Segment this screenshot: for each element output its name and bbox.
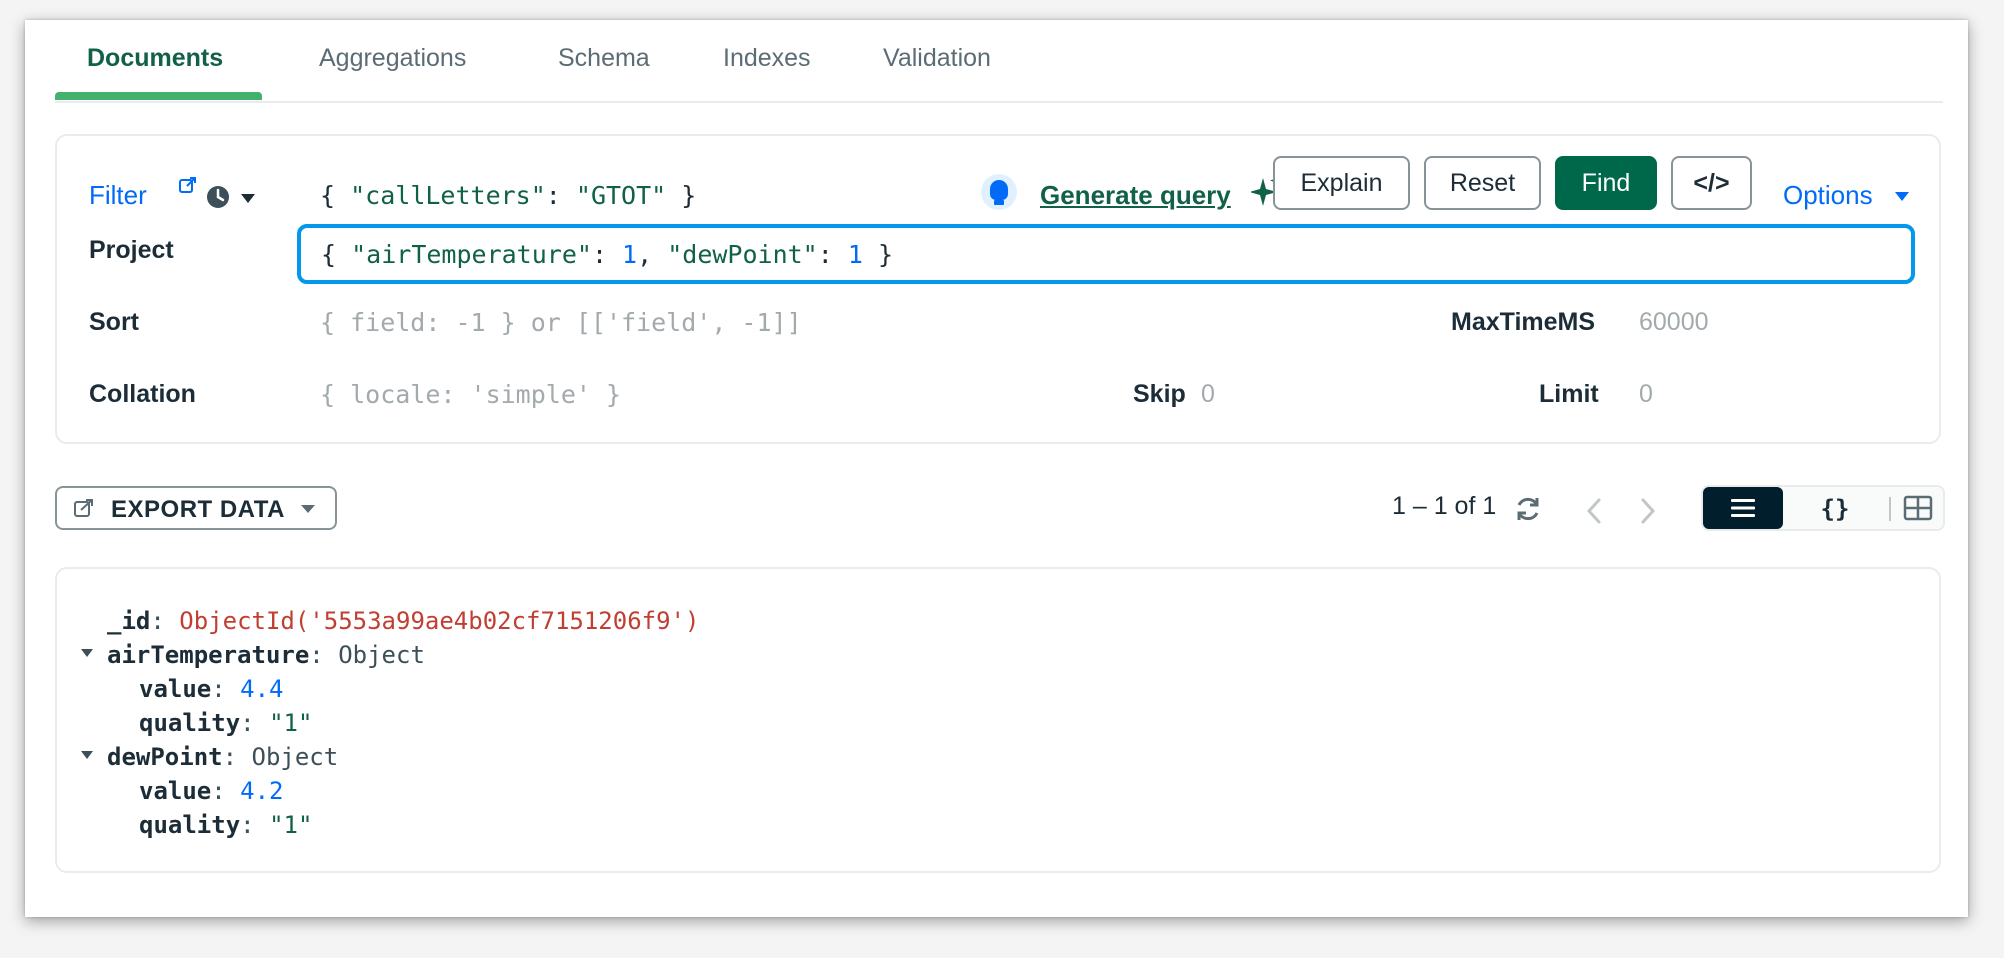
json-view-button[interactable]: {}	[1795, 487, 1875, 529]
project-label: Project	[89, 236, 174, 264]
json-view-icon: {}	[1821, 495, 1850, 523]
limit-label: Limit	[1539, 380, 1599, 408]
tab-documents[interactable]: Documents	[87, 44, 223, 73]
view-toggle-divider	[1889, 497, 1891, 521]
air-temperature-value: value: 4.4	[139, 675, 284, 703]
history-icon[interactable]	[205, 184, 231, 210]
maxtime-label: MaxTimeMS	[1451, 308, 1596, 336]
refresh-icon[interactable]	[1513, 494, 1543, 524]
filter-link[interactable]: Filter	[89, 180, 147, 211]
export-data-button[interactable]: EXPORT DATA	[55, 486, 337, 530]
collection-tabs: Documents Aggregations Schema Indexes Va…	[55, 20, 1943, 103]
dew-point-value: value: 4.2	[139, 777, 284, 805]
expand-dew-point-toggle[interactable]	[81, 751, 93, 759]
dew-point-field: dewPoint: Object	[107, 743, 339, 771]
maxtime-input[interactable]: 60000	[1639, 308, 1709, 337]
svg-text:{}: {}	[1821, 495, 1850, 523]
tab-validation[interactable]: Validation	[883, 44, 991, 73]
explain-button[interactable]: Explain	[1273, 156, 1410, 210]
list-view-button[interactable]	[1703, 487, 1783, 529]
chevron-right-icon[interactable]	[1637, 496, 1659, 526]
document-id-field: _id: ObjectId('5553a99ae4b02cf7151206f9'…	[107, 607, 700, 635]
sort-label: Sort	[89, 308, 139, 336]
active-tab-indicator	[55, 92, 262, 100]
air-temperature-field: airTemperature: Object	[107, 641, 425, 669]
view-toggle-group: {}	[1701, 485, 1945, 531]
sort-input[interactable]: { field: -1 } or [['field', -1]]	[320, 308, 802, 337]
code-view-button[interactable]: </>	[1671, 156, 1752, 210]
table-view-button[interactable]	[1893, 487, 1943, 529]
collation-input[interactable]: { locale: 'simple' }	[320, 380, 621, 409]
pagination-text: 1 – 1 of 1	[1392, 492, 1497, 520]
find-button[interactable]: Find	[1555, 156, 1657, 210]
tab-schema[interactable]: Schema	[558, 44, 650, 73]
air-temperature-quality: quality: "1"	[139, 709, 313, 737]
external-link-icon[interactable]	[179, 176, 197, 194]
limit-input[interactable]: 0	[1639, 380, 1653, 409]
chevron-down-icon[interactable]	[1895, 192, 1909, 201]
list-view-icon	[1731, 499, 1755, 517]
tab-indexes[interactable]: Indexes	[723, 44, 811, 73]
filter-input[interactable]: { "callLetters": "GTOT" }	[320, 181, 696, 210]
chevron-left-icon[interactable]	[1583, 496, 1605, 526]
generate-query-link[interactable]: Generate query	[1040, 180, 1231, 211]
document-card: _id: ObjectId('5553a99ae4b02cf7151206f9'…	[55, 567, 1941, 873]
options-toggle[interactable]: Options	[1783, 180, 1873, 211]
export-data-label: EXPORT DATA	[111, 496, 285, 523]
table-view-icon	[1903, 495, 1933, 521]
query-bar: Filter { "callLetters": "GTOT" } Generat…	[55, 134, 1941, 444]
collation-label: Collation	[89, 380, 196, 408]
dew-point-quality: quality: "1"	[139, 811, 313, 839]
chevron-down-icon	[301, 505, 315, 513]
tab-aggregations[interactable]: Aggregations	[319, 44, 466, 73]
skip-input[interactable]: 0	[1201, 380, 1215, 409]
chevron-down-icon[interactable]	[241, 194, 255, 203]
app-window: Documents Aggregations Schema Indexes Va…	[25, 20, 1968, 917]
expand-air-temperature-toggle[interactable]	[81, 649, 93, 657]
project-input[interactable]: { "airTemperature": 1, "dewPoint": 1 }	[297, 224, 1915, 284]
lightbulb-icon	[981, 174, 1017, 210]
skip-label: Skip	[1133, 380, 1186, 408]
export-icon	[74, 499, 93, 517]
reset-button[interactable]: Reset	[1424, 156, 1541, 210]
